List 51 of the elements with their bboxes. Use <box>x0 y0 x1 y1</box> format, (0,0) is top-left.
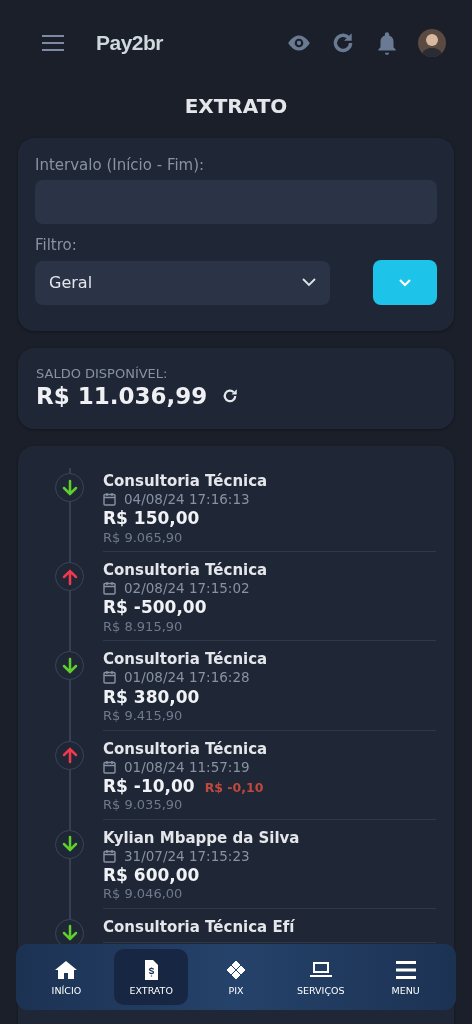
arrow-down-icon <box>60 924 79 943</box>
transaction-name: Consultoria Técnica <box>103 650 269 669</box>
expand-button[interactable] <box>373 260 437 305</box>
refresh-icon[interactable] <box>221 387 240 405</box>
calendar-icon <box>103 492 116 507</box>
transaction-name: Consultoria Técnica <box>103 739 269 758</box>
chevron-down-icon <box>302 278 316 287</box>
balance-after: R$ 9.035,90 <box>103 797 184 813</box>
filter-label: Filtro: <box>35 236 78 254</box>
avatar[interactable] <box>418 29 446 57</box>
filter-select[interactable]: Geral <box>35 260 330 305</box>
nav-item[interactable]: EXTRATO <box>114 949 189 1005</box>
transaction-fee: R$ -0,10 <box>204 779 264 795</box>
arrow-up-icon <box>60 567 79 586</box>
nav-item[interactable]: SERVIÇOS <box>283 949 358 1005</box>
transaction-date: 04/08/24 17:16:13 <box>124 491 250 508</box>
arrow-down-icon <box>60 835 79 854</box>
transaction-name: Kylian Mbappe da Silva <box>103 828 301 847</box>
nav-item[interactable]: PIX <box>199 949 273 1005</box>
transaction-date: 01/08/24 11:57:19 <box>124 758 250 775</box>
nav-item[interactable]: MENU <box>368 949 443 1005</box>
transaction-name: Consultoria Técnica <box>103 472 269 490</box>
transaction-date: 02/08/24 17:15:02 <box>124 580 250 597</box>
logo: Pay2br <box>96 31 164 55</box>
menu-icon[interactable] <box>42 35 64 51</box>
chevron-down-icon <box>399 278 411 287</box>
balance-value: R$ 11.036,99 <box>36 383 208 409</box>
calendar-icon <box>103 670 116 685</box>
transaction-amount: R$ 150,00 <box>103 508 200 529</box>
arrow-down-icon <box>60 478 79 497</box>
arrow-up-icon <box>60 746 79 764</box>
transaction-date: 31/07/24 17:15:23 <box>124 847 250 864</box>
transaction-amount: R$ -10,00 <box>103 775 195 797</box>
transaction-amount: R$ 380,00 <box>103 686 200 707</box>
arrow-down-icon <box>60 656 79 675</box>
balance-after: R$ 9.065,90 <box>103 529 184 546</box>
balance-after: R$ 8.915,90 <box>103 618 184 635</box>
transaction-amount: R$ 600,00 <box>103 864 200 886</box>
calendar-icon <box>103 581 116 596</box>
page-title: EXTRATO <box>183 94 289 118</box>
interval-label: Intervalo (Início - Fim): <box>35 156 206 174</box>
balance-after: R$ 9.046,00 <box>103 886 184 902</box>
transaction-name: Consultoria Técnica Efí <box>103 917 296 936</box>
calendar-icon <box>103 759 116 774</box>
calendar-icon <box>103 848 116 863</box>
transaction-amount: R$ -500,00 <box>103 597 207 618</box>
balance-after: R$ 9.415,90 <box>103 707 184 724</box>
balance-label: SALDO DISPONÍVEL: <box>36 366 169 381</box>
transaction-date: 01/08/24 17:16:28 <box>124 669 250 686</box>
transaction-name: Consultoria Técnica <box>103 561 269 580</box>
nav-item[interactable]: INÍCIO <box>29 949 104 1005</box>
